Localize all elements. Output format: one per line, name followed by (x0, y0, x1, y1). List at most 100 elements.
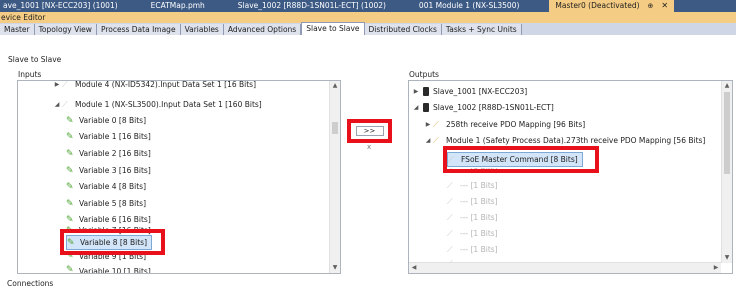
tree-item-label: --- [1 Bits] (460, 197, 498, 206)
connections-label: Connections (7, 279, 54, 288)
tree-item-output-var[interactable]: ⟋ --- [1 Bits] (447, 211, 498, 224)
highlight-variable-8 (60, 229, 165, 255)
inputs-vertical-scrollbar[interactable]: ▲ ▼ (329, 81, 340, 273)
tree-item-label: --- [1 Bits] (460, 181, 498, 190)
variable-icon: ✎ (66, 115, 74, 126)
doc-tab-slave-1001[interactable]: ave_1001 [NX-ECC203] (1001) (0, 0, 118, 12)
section-title: Slave to Slave (8, 55, 62, 64)
tree-item-variable-2[interactable]: ✎ Variable 2 [16 Bits] (66, 147, 151, 160)
collapse-arrow-icon[interactable]: ◢ (411, 101, 421, 114)
variable-icon: ✎ (66, 165, 74, 176)
scroll-right-icon[interactable]: ▶ (711, 263, 721, 273)
tree-item-output-var[interactable]: ⟋ --- [1 Bits] (447, 243, 498, 256)
tree-node-slave-1001[interactable]: ▶ Slave_1001 [NX-ECC203] (411, 85, 527, 98)
tab-variables[interactable]: Variables (180, 24, 224, 35)
tree-item-label: Variable 1 [16 Bits] (79, 132, 151, 141)
doc-tab-master0[interactable]: Master0 (Deactivated) ⊕ ✕ (549, 0, 675, 12)
scroll-up-icon[interactable]: ▲ (330, 81, 340, 91)
variable-icon: ⟋ (447, 212, 453, 222)
tree-node-label: Slave_1002 [R88D-1SN01L-ECT] (433, 103, 554, 112)
doc-tab-slave-1002[interactable]: Slave_1002 [R88D-1SN01L-ECT] (1002) (235, 0, 386, 12)
doc-tab-module-1[interactable]: 001 Module 1 (NX-SL3500) (416, 0, 519, 12)
tree-item-output-var[interactable]: ⟋ --- [1 Bits] (447, 179, 498, 192)
outputs-label: Outputs (409, 70, 439, 79)
tab-process-data-image[interactable]: Process Data Image (96, 24, 181, 35)
tree-item-label: Variable 0 [8 Bits] (79, 116, 146, 125)
variable-icon: ⟋ (447, 196, 453, 206)
device-icon (423, 87, 429, 96)
collapse-arrow-icon[interactable]: ◢ (52, 98, 62, 111)
variable-icon: ⟋ (447, 244, 453, 254)
tree-item-label: --- [1 Bits] (460, 213, 498, 222)
tree-item-label: Variable 6 [16 Bits] (79, 215, 151, 224)
doc-tab-master0-label: Master0 (Deactivated) (555, 1, 640, 10)
tab-distributed-clocks[interactable]: Distributed Clocks (364, 24, 442, 35)
document-tab-strip: ave_1001 [NX-ECC203] (1001) ECATMap.pmh … (0, 0, 736, 12)
tree-item-label: Variable 3 [16 Bits] (79, 166, 151, 175)
tab-tasks-sync-units[interactable]: Tasks + Sync Units (441, 24, 522, 35)
tree-item-variable-10[interactable]: ✎ Variable 10 [1 Bits] (66, 265, 151, 273)
io-icon: ⟋ (62, 99, 68, 109)
tree-item-label: --- [1 Bits] (460, 245, 498, 254)
expand-arrow-icon[interactable]: ▶ (423, 118, 433, 131)
tree-item-variable-1[interactable]: ✎ Variable 1 [16 Bits] (66, 130, 151, 143)
scroll-up-icon[interactable]: ▲ (722, 81, 732, 91)
variable-icon: ⟋ (447, 228, 453, 238)
editor-sub-tabs: Master Topology View Process Data Image … (0, 22, 736, 35)
io-icon: ⟋ (62, 80, 68, 89)
expand-arrow-icon[interactable]: ▶ (411, 85, 421, 98)
variable-icon: ✎ (66, 265, 74, 273)
outputs-tree[interactable]: ▶ Slave_1001 [NX-ECC203] ◢ Slave_1002 [R… (408, 80, 733, 274)
variable-icon: ✎ (66, 181, 74, 192)
tree-node-label: Module 1 (NX-SL3500).Input Data Set 1 [1… (75, 100, 262, 109)
collapse-arrow-icon[interactable]: ◢ (423, 134, 433, 147)
tree-node-slave-1002[interactable]: ◢ Slave_1002 [R88D-1SN01L-ECT] (411, 101, 554, 114)
tree-item-variable-0[interactable]: ✎ Variable 0 [8 Bits] (66, 114, 146, 127)
pdo-mapping-icon: ⟋ (433, 119, 439, 129)
tree-item-output-var[interactable]: ⟋ --- [1 Bits] (447, 195, 498, 208)
inputs-label: Inputs (18, 70, 42, 79)
tree-node-pdo-258[interactable]: ▶ ⟋ 258th receive PDO Mapping [96 Bits] (423, 118, 586, 131)
tree-node-label: Module 4 (NX-ID5342).Input Data Set 1 [1… (75, 80, 257, 89)
tree-item-label: Variable 2 [16 Bits] (79, 149, 151, 158)
tree-item-variable-6[interactable]: ✎ Variable 6 [16 Bits] (66, 213, 151, 226)
tab-advanced-options[interactable]: Advanced Options (223, 24, 302, 35)
scroll-left-icon[interactable]: ◀ (409, 263, 419, 273)
tree-node-module-4[interactable]: ▶ ⟋ Module 4 (NX-ID5342).Input Data Set … (52, 80, 257, 91)
scroll-thumb[interactable] (332, 122, 338, 134)
tree-node-module-1[interactable]: ◢ ⟋ Module 1 (NX-SL3500).Input Data Set … (52, 98, 262, 111)
variable-icon: ✎ (66, 131, 74, 142)
tab-topology-view[interactable]: Topology View (34, 24, 97, 35)
scroll-thumb[interactable] (724, 92, 730, 174)
variable-icon: ✎ (66, 198, 74, 209)
add-connection-label: >> (355, 126, 384, 136)
tree-item-label: --- [1 Bits] (460, 229, 498, 238)
tree-item-output-var[interactable]: ⟋ --- [1 Bits] (447, 227, 498, 240)
variable-icon: ✎ (66, 214, 74, 225)
variable-icon: ⟋ (447, 180, 453, 190)
close-icon[interactable]: ✕ (661, 0, 668, 12)
pdo-mapping-icon: ⟋ (433, 135, 439, 145)
variable-icon: ✎ (66, 148, 74, 159)
tab-master[interactable]: Master (0, 24, 35, 35)
tree-item-variable-4[interactable]: ✎ Variable 4 [8 Bits] (66, 180, 146, 193)
outputs-vertical-scrollbar[interactable]: ▲ ▼ (721, 81, 732, 263)
scroll-down-icon[interactable]: ▼ (722, 253, 732, 263)
outputs-horizontal-scrollbar[interactable]: ◀ ▶ (409, 262, 721, 273)
tree-node-label: 258th receive PDO Mapping [96 Bits] (446, 120, 586, 129)
expand-arrow-icon[interactable]: ▶ (52, 81, 62, 91)
device-icon (423, 103, 429, 112)
remove-connection-button[interactable]: x (367, 143, 371, 151)
pin-icon[interactable]: ⊕ (648, 0, 654, 12)
tree-item-variable-5[interactable]: ✎ Variable 5 [8 Bits] (66, 197, 146, 210)
tab-slave-to-slave[interactable]: Slave to Slave (301, 22, 365, 35)
highlight-fsoe-master-command (443, 146, 599, 173)
tree-item-label: Variable 4 [8 Bits] (79, 182, 146, 191)
tree-item-label: Variable 10 [1 Bits] (79, 267, 151, 273)
doc-tab-ecatmap[interactable]: ECATMap.pmh (148, 0, 205, 12)
tree-item-variable-3[interactable]: ✎ Variable 3 [16 Bits] (66, 164, 151, 177)
add-connection-button[interactable]: >> (347, 119, 392, 143)
editor-title: evice Editor (0, 12, 736, 23)
scroll-down-icon[interactable]: ▼ (330, 263, 340, 273)
tree-node-label: Slave_1001 [NX-ECC203] (433, 87, 528, 96)
